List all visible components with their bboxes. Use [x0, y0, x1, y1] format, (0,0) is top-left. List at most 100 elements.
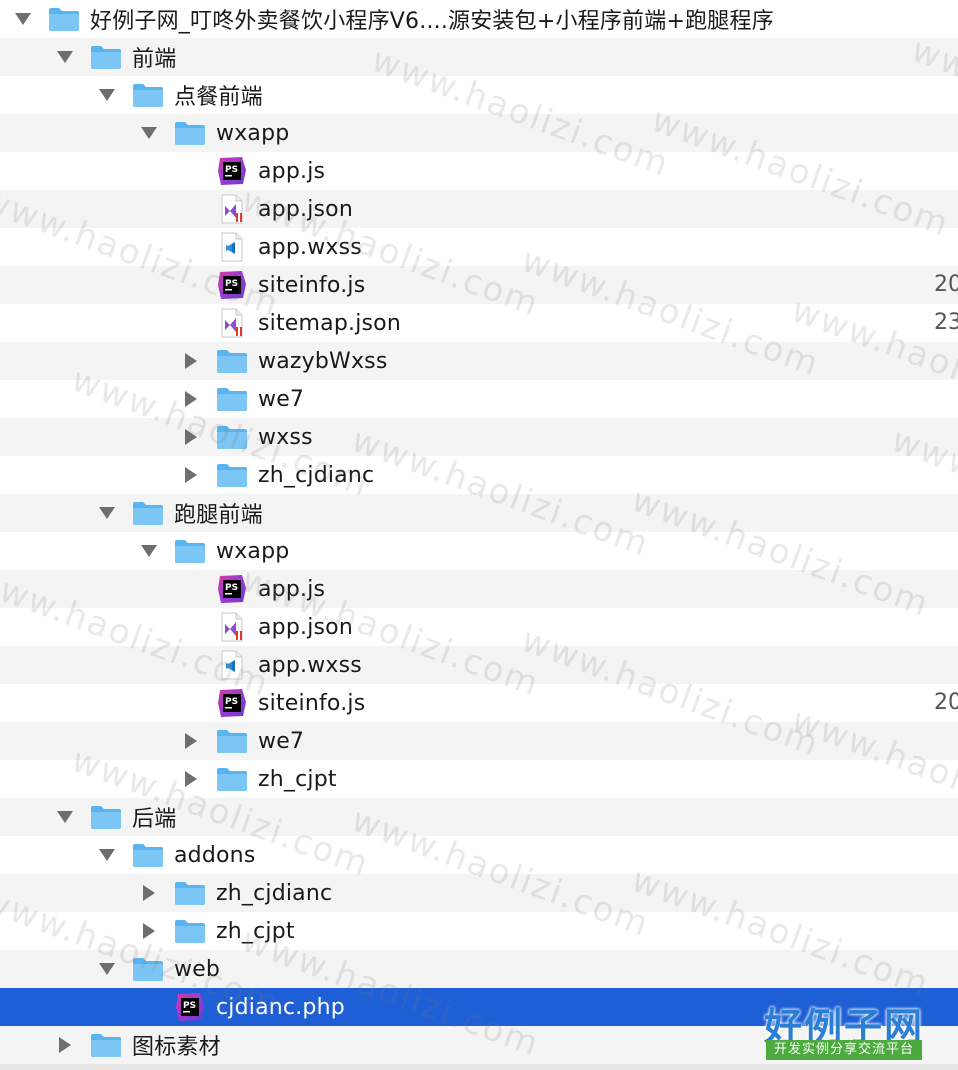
tree-row-label: we7 — [258, 728, 305, 754]
folder-icon — [216, 347, 248, 375]
folder-icon — [174, 917, 206, 945]
tree-row-label: sitemap.json — [258, 310, 401, 336]
tree-row[interactable]: zh_cjdianc — [0, 874, 958, 912]
folder-icon — [174, 879, 206, 907]
tree-row[interactable]: wxss — [0, 418, 958, 456]
tree-row[interactable]: zh_cjdianc — [0, 456, 958, 494]
tree-row-label: wxapp — [216, 538, 290, 564]
tree-row-label: web — [174, 956, 221, 982]
tree-row-label: wxss — [258, 424, 313, 450]
tree-row[interactable]: app.json — [0, 190, 958, 228]
folder-icon — [90, 803, 122, 831]
tree-row-label: we7 — [258, 386, 305, 412]
tree-row[interactable]: web — [0, 950, 958, 988]
tree-row-date: 23 — [934, 310, 958, 335]
tree-row[interactable]: app.json — [0, 608, 958, 646]
tree-row[interactable]: sitemap.json 23 — [0, 304, 958, 342]
tree-row[interactable]: zh_cjpt — [0, 912, 958, 950]
tree-row[interactable]: 前端 — [0, 38, 958, 76]
disclosure-open-icon[interactable] — [138, 540, 160, 562]
tree-row-label: 好例子网_叮咚外卖餐饮小程序V6....源安装包+小程序前端+跑腿程序 — [90, 9, 774, 34]
disclosure-open-icon[interactable] — [54, 46, 76, 68]
tree-row-label: app.js — [258, 158, 326, 184]
tree-row[interactable]: zh_cjpt — [0, 760, 958, 798]
folder-icon — [48, 5, 80, 33]
svg-text:PS: PS — [225, 279, 238, 289]
tree-row-label: zh_cjpt — [216, 918, 295, 944]
tree-row[interactable]: wxapp — [0, 114, 958, 152]
disclosure-closed-icon[interactable] — [180, 350, 202, 372]
disclosure-closed-icon[interactable] — [180, 388, 202, 410]
disclosure-closed-icon[interactable] — [180, 768, 202, 790]
disclosure-open-icon[interactable] — [96, 958, 118, 980]
tree-row[interactable]: app.wxss — [0, 646, 958, 684]
file-tree: 好例子网_叮咚外卖餐饮小程序V6....源安装包+小程序前端+跑腿程序前端点餐前… — [0, 0, 958, 1064]
tree-row[interactable]: PS cjdianc.php — [0, 988, 958, 1026]
folder-icon — [216, 765, 248, 793]
tree-row[interactable]: wxapp — [0, 532, 958, 570]
disclosure-open-icon[interactable] — [12, 8, 34, 30]
folder-icon — [132, 955, 164, 983]
tree-row[interactable]: we7 — [0, 380, 958, 418]
tree-row-label: 后端 — [132, 807, 177, 832]
visual-studio-file-icon — [216, 612, 248, 642]
folder-icon — [132, 499, 164, 527]
tree-row-label: wxapp — [216, 120, 290, 146]
svg-text:PS: PS — [183, 1001, 196, 1011]
phpstorm-file-icon: PS — [216, 157, 248, 185]
tree-row-label: app.wxss — [258, 652, 362, 678]
tree-row[interactable]: addons — [0, 836, 958, 874]
disclosure-open-icon[interactable] — [54, 806, 76, 828]
tree-row[interactable]: 图标素材 — [0, 1026, 958, 1064]
tree-row-label: 图标素材 — [132, 1035, 221, 1060]
folder-icon — [216, 461, 248, 489]
tree-row[interactable]: 后端 — [0, 798, 958, 836]
svg-text:PS: PS — [225, 583, 238, 593]
disclosure-closed-icon[interactable] — [180, 464, 202, 486]
tree-row[interactable]: 跑腿前端 — [0, 494, 958, 532]
bottom-scrollbar[interactable] — [0, 1064, 958, 1070]
tree-row-label: zh_cjpt — [258, 766, 337, 792]
vscode-file-icon — [216, 650, 248, 680]
tree-row-label: wazybWxss — [258, 348, 388, 374]
tree-row-date: 20 — [934, 272, 958, 297]
tree-row[interactable]: PS app.js — [0, 152, 958, 190]
disclosure-closed-icon[interactable] — [138, 882, 160, 904]
disclosure-closed-icon[interactable] — [138, 920, 160, 942]
tree-row[interactable]: we7 — [0, 722, 958, 760]
phpstorm-file-icon: PS — [174, 993, 206, 1021]
disclosure-closed-icon[interactable] — [180, 426, 202, 448]
disclosure-open-icon[interactable] — [96, 502, 118, 524]
tree-row[interactable]: PS siteinfo.js 20 — [0, 266, 958, 304]
folder-icon — [90, 1031, 122, 1059]
tree-row-label: zh_cjdianc — [216, 880, 333, 906]
disclosure-closed-icon[interactable] — [180, 730, 202, 752]
tree-row-label: zh_cjdianc — [258, 462, 375, 488]
disclosure-open-icon[interactable] — [96, 844, 118, 866]
tree-row[interactable]: app.wxss — [0, 228, 958, 266]
tree-row-label: app.json — [258, 614, 353, 640]
tree-row-label: 点餐前端 — [174, 85, 263, 110]
tree-row-label: app.js — [258, 576, 326, 602]
tree-row-label: siteinfo.js — [258, 690, 366, 716]
vscode-file-icon — [216, 232, 248, 262]
tree-row[interactable]: 点餐前端 — [0, 76, 958, 114]
folder-icon — [90, 43, 122, 71]
tree-row-label: app.json — [258, 196, 353, 222]
tree-row-label: 跑腿前端 — [174, 503, 263, 528]
tree-row[interactable]: PS app.js — [0, 570, 958, 608]
visual-studio-file-icon — [216, 308, 248, 338]
disclosure-closed-icon[interactable] — [54, 1034, 76, 1056]
folder-icon — [132, 841, 164, 869]
tree-row[interactable]: 好例子网_叮咚外卖餐饮小程序V6....源安装包+小程序前端+跑腿程序 — [0, 0, 958, 38]
svg-text:PS: PS — [225, 697, 238, 707]
folder-icon — [174, 119, 206, 147]
disclosure-open-icon[interactable] — [96, 84, 118, 106]
tree-row-label: addons — [174, 842, 256, 868]
disclosure-open-icon[interactable] — [138, 122, 160, 144]
folder-icon — [216, 423, 248, 451]
tree-row-date: 20 — [934, 690, 958, 715]
tree-row[interactable]: PS siteinfo.js 20 — [0, 684, 958, 722]
tree-row[interactable]: wazybWxss — [0, 342, 958, 380]
visual-studio-file-icon — [216, 194, 248, 224]
